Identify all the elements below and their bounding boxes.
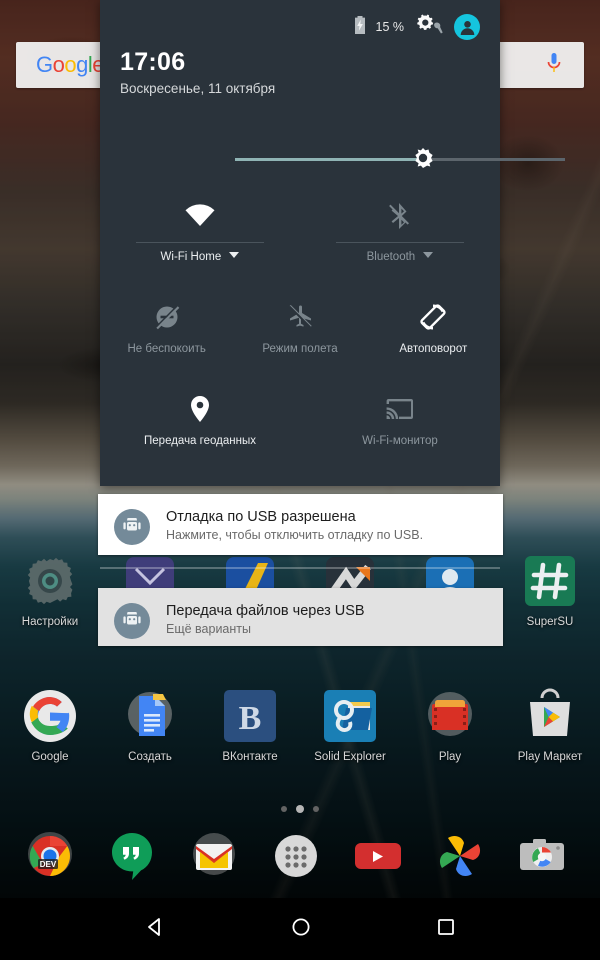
android-robot-icon [114,603,150,639]
dock-hangouts[interactable] [106,830,158,882]
tile-do-not-disturb[interactable]: Не беспокоить [100,297,233,355]
svg-text:DEV: DEV [40,860,57,869]
user-avatar-icon[interactable] [454,14,480,40]
navigation-bar [0,898,600,960]
do-not-disturb-icon [100,297,233,337]
tile-label: Режим полета [262,343,338,355]
chevron-down-icon[interactable] [423,249,434,261]
svg-text:В: В [239,700,262,737]
app-google[interactable]: Google [7,688,93,763]
tile-row-1: Wi-Fi Home Bluetooth [100,196,500,263]
dock-youtube[interactable] [352,830,404,882]
app-label: SuperSU [526,616,574,628]
dock: DEV [0,830,600,890]
notification-text: Отладка по USB разрешена Нажмите, чтобы … [166,508,423,542]
play-store-icon [522,688,578,744]
notification-subtitle: Ещё варианты [166,622,251,636]
android-home-screen: Google Настройки SuperSU Google Создать … [0,0,600,960]
dock-app-drawer[interactable] [270,830,322,882]
gear-wrench-icon[interactable] [414,13,444,42]
vkontakte-icon: В [222,688,278,744]
tile-label: Автоповорот [399,343,468,355]
notification-text: Передача файлов через USB Ещё варианты [166,602,365,636]
settings-gear-icon [22,553,78,609]
app-label: ВКонтакте [222,751,278,763]
cast-screen-icon [300,389,500,429]
tile-wifi[interactable]: Wi-Fi Home [100,196,300,263]
home-circle-icon[interactable] [291,917,311,942]
google-g-icon [22,688,78,744]
notification-subtitle: Нажмите, чтобы отключить отладку по USB. [166,528,424,542]
app-solid-explorer[interactable]: Solid Explorer [307,688,393,763]
tile-airplane-mode[interactable]: Режим полета [233,297,366,355]
auto-rotate-icon [367,297,500,337]
tile-label: Wi-Fi-монитор [362,435,438,447]
back-triangle-icon[interactable] [145,917,165,942]
app-label: Play [438,751,462,763]
tile-auto-rotate[interactable]: Автоповорот [367,297,500,355]
status-icons-row: 15 % [120,14,480,40]
battery-charging-icon [354,15,366,39]
app-label: Play Маркет [517,751,583,763]
page-dot[interactable] [281,806,287,812]
google-docs-icon [122,688,178,744]
tile-label: Не беспокоить [127,343,206,355]
dock-google-photos[interactable] [434,830,486,882]
app-play-store[interactable]: Play Маркет [507,688,593,763]
notification-usb-file-transfer[interactable]: Передача файлов через USB Ещё варианты [98,588,503,646]
brightness-slider[interactable] [235,148,565,172]
battery-percent-label: 15 % [375,20,405,34]
dock-camera[interactable] [516,830,568,882]
quick-settings-header: 15 % 17:06 Воскресенье, 11 октября [100,0,500,96]
app-label: Google [31,751,69,763]
tile-divider [336,242,464,243]
brightness-fill [235,158,424,161]
google-logo: Google [36,52,105,77]
notification-separator [100,567,500,569]
clock-date: Воскресенье, 11 октября [120,81,276,96]
dock-gmail[interactable] [188,830,240,882]
wifi-icon [100,196,300,236]
android-robot-icon [114,509,150,545]
quick-settings-panel: 15 % 17:06 Воскресенье, 11 октября Wi-Fi… [100,0,565,486]
tile-label: Wi-Fi Home [100,249,300,263]
microphone-icon[interactable] [546,52,562,79]
bluetooth-disabled-icon [300,196,500,236]
recents-square-icon[interactable] [437,918,455,941]
app-settings[interactable]: Настройки [7,553,93,628]
tile-divider [136,242,264,243]
page-dot[interactable] [313,806,319,812]
dock-chrome-dev[interactable]: DEV [24,830,76,882]
app-docs[interactable]: Создать [107,688,193,763]
app-label: Настройки [21,616,79,628]
notification-title: Передача файлов через USB [166,603,365,619]
chevron-down-icon[interactable] [229,249,240,261]
notification-title: Отладка по USB разрешена [166,509,356,525]
clock-time: 17:06 [120,48,186,76]
tile-label: Bluetooth [300,249,500,263]
tile-row-2: Не беспокоить Режим полета Автоповорот [100,297,500,355]
app-label: Создать [128,751,172,763]
app-supersu[interactable]: SuperSU [507,553,593,628]
airplane-mode-icon [233,297,366,337]
page-dot-active[interactable] [296,805,304,813]
supersu-hash-icon [522,553,578,609]
location-pin-icon [100,389,300,429]
quick-settings-tiles: Wi-Fi Home Bluetooth Не беспокоить Режим… [100,196,500,447]
page-indicator-dots [0,805,600,813]
brightness-sun-icon[interactable] [411,148,435,172]
tile-bluetooth[interactable]: Bluetooth [300,196,500,263]
notification-usb-debugging[interactable]: Отладка по USB разрешена Нажмите, чтобы … [98,494,503,555]
google-play-movies-icon [422,688,478,744]
app-play-movies[interactable]: Play [407,688,493,763]
solid-explorer-icon [322,688,378,744]
tile-location[interactable]: Передача геоданных [100,389,300,447]
app-label: Solid Explorer [314,751,386,763]
app-vkontakte[interactable]: В ВКонтакте [207,688,293,763]
tile-row-3: Передача геоданных Wi-Fi-монитор [100,389,500,447]
tile-cast-screen[interactable]: Wi-Fi-монитор [300,389,500,447]
tile-label: Передача геоданных [144,435,256,447]
